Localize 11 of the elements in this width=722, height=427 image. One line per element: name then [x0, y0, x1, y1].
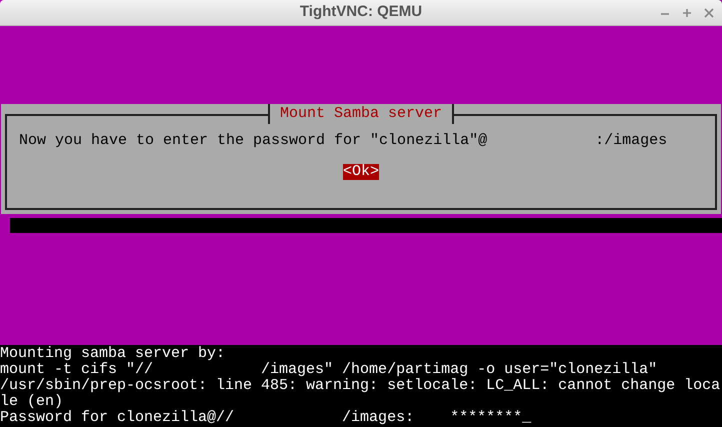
ok-button[interactable]: <Ok> [342, 164, 379, 180]
dialog-title: Mount Samba server [268, 104, 454, 124]
terminal-line: mount -t cifs "// /images" /home/partimag -o user="clonezilla" [0, 362, 658, 378]
dialog-message: Now you have to enter the password for "clonezilla"@ :/images [19, 132, 668, 150]
terminal-line: le (en) [0, 394, 64, 410]
terminal-line: /usr/sbin/prep-ocsroot: line 485: warning: setlocale: LC_ALL: cannot change loca [0, 378, 722, 394]
window-title: TightVNC: QEMU [300, 2, 422, 22]
close-icon[interactable] [704, 8, 714, 18]
terminal-line: Password for clonezilla@// /images: ********_ [0, 410, 532, 426]
maximize-icon[interactable] [682, 8, 692, 18]
terminal-line: Mounting samba server by: [0, 346, 226, 362]
